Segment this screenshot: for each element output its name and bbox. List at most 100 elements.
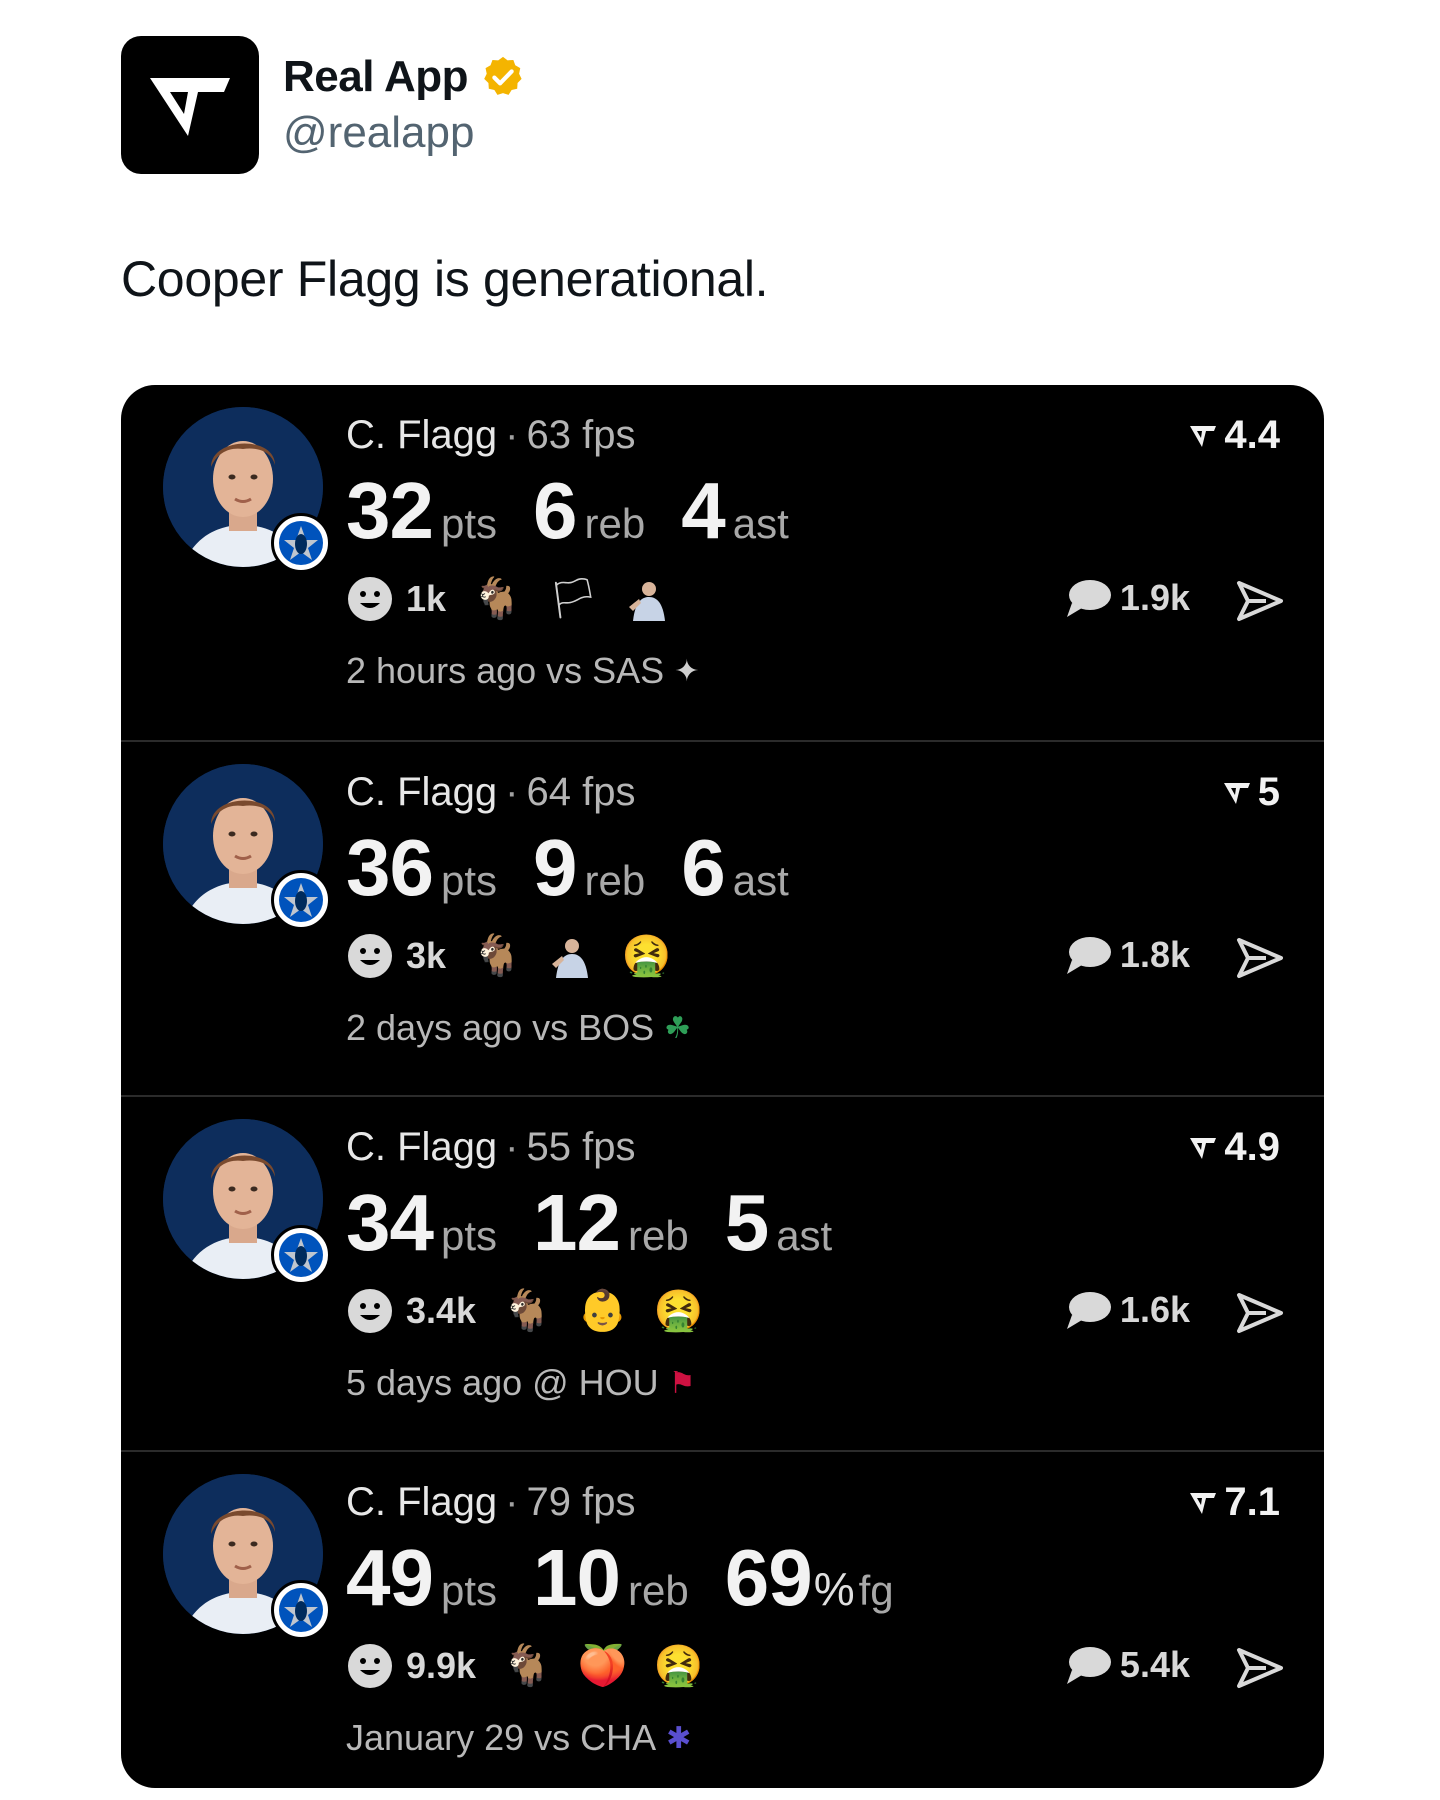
flag-emoji-icon[interactable]: 🏳 xyxy=(548,579,599,619)
reactions-bar: 3.4k 🐐 👶 🤮 xyxy=(346,1287,730,1335)
spurs-logo-icon: ✦ xyxy=(674,654,700,688)
comments-count[interactable]: 1.6k xyxy=(1064,1289,1190,1331)
game-time: 5 days ago @ HOU xyxy=(346,1362,659,1403)
stat-unit: pts xyxy=(440,1567,498,1614)
comment-bubble-icon xyxy=(1066,1292,1111,1329)
embedded-image-card[interactable]: C. Flagg · 63 fps 32 pts 6 reb 4 ast 1k 🐐 🏳 2 ho… xyxy=(121,385,1324,1788)
comments-count[interactable]: 1.8k xyxy=(1064,934,1190,976)
stat-value: 4 xyxy=(681,466,725,555)
mavericks-logo-icon xyxy=(271,870,331,930)
reaction-count: 1k xyxy=(406,578,447,619)
stat-unit: ast xyxy=(776,1212,833,1259)
celtics-logo-icon: ☘ xyxy=(664,1011,692,1045)
game-row[interactable]: C. Flagg · 55 fps 34 pts 12 reb 5 ast 3.4k 🐐 👶 🤮 … xyxy=(121,1095,1324,1450)
hornets-logo-icon: ✱ xyxy=(666,1721,692,1755)
share-send-icon[interactable] xyxy=(1236,1646,1284,1690)
stat-unit: ast xyxy=(732,500,789,547)
player-name[interactable]: C. Flagg xyxy=(346,413,497,457)
reaction-emojis: 🐐 🍑 🤮 xyxy=(502,1646,729,1686)
stat-line: 36 pts 9 reb 6 ast xyxy=(346,822,825,914)
stat-unit: reb xyxy=(628,1567,689,1614)
goat-emoji-icon[interactable]: 🐐 xyxy=(472,579,522,619)
mavericks-logo-icon xyxy=(271,1225,331,1285)
player-sticker-icon[interactable] xyxy=(625,575,673,623)
real-rating-icon xyxy=(1190,425,1217,447)
real-app-logo-icon xyxy=(150,78,230,136)
fantasy-points: 55 fps xyxy=(526,1125,636,1169)
stat-unit: reb xyxy=(584,857,646,904)
stat-unit: pts xyxy=(440,1212,498,1259)
player-name-line: C. Flagg · 64 fps xyxy=(346,770,636,814)
vomit-emoji-icon[interactable]: 🤮 xyxy=(654,1646,704,1686)
game-row[interactable]: C. Flagg · 63 fps 32 pts 6 reb 4 ast 1k 🐐 🏳 2 ho… xyxy=(121,385,1324,740)
game-row[interactable]: C. Flagg · 64 fps 36 pts 9 reb 6 ast 3k 🐐 🤮 2 da… xyxy=(121,740,1324,1095)
player-name[interactable]: C. Flagg xyxy=(346,1480,497,1524)
smiley-reaction-icon[interactable] xyxy=(346,932,394,980)
fantasy-points: 79 fps xyxy=(526,1480,636,1524)
app-logo-avatar[interactable] xyxy=(121,36,259,174)
reaction-emojis: 🐐 🏳 xyxy=(472,575,699,623)
rating[interactable]: 5 xyxy=(1222,770,1280,815)
game-time-opponent: January 29 vs CHA ✱ xyxy=(346,1717,691,1759)
stat-value: 6 xyxy=(681,823,725,912)
rockets-logo-icon: ⚑ xyxy=(668,1366,696,1400)
share-send-icon[interactable] xyxy=(1236,936,1284,980)
goat-emoji-icon[interactable]: 🐐 xyxy=(502,1291,552,1331)
player-name-line: C. Flagg · 63 fps xyxy=(346,413,636,457)
fantasy-points: 64 fps xyxy=(526,770,636,814)
reaction-count: 3k xyxy=(406,935,447,976)
smiley-reaction-icon[interactable] xyxy=(346,1642,394,1690)
stat-value: 10 xyxy=(533,1533,621,1622)
author-name[interactable]: Real App xyxy=(283,52,469,102)
stat-value: 5 xyxy=(724,1178,769,1267)
stat-value: 49 xyxy=(346,1533,434,1622)
goat-emoji-icon[interactable]: 🐐 xyxy=(502,1646,552,1686)
game-row[interactable]: C. Flagg · 79 fps 49 pts 10 reb 69% fg 9.9k 🐐 🍑 🤮… xyxy=(121,1450,1324,1788)
stat-unit: pts xyxy=(440,500,498,547)
stat-line: 49 pts 10 reb 69% fg xyxy=(346,1532,930,1624)
player-name[interactable]: C. Flagg xyxy=(346,1125,497,1169)
real-rating-icon xyxy=(1190,1492,1217,1514)
game-time: 2 hours ago vs SAS xyxy=(346,650,665,691)
smiley-reaction-icon[interactable] xyxy=(346,1287,394,1335)
stat-unit: fg xyxy=(858,1567,894,1614)
share-send-icon[interactable] xyxy=(1236,1291,1284,1335)
verified-badge-icon xyxy=(484,56,522,95)
stat-unit: reb xyxy=(628,1212,689,1259)
goat-emoji-icon[interactable]: 🐐 xyxy=(472,936,522,976)
stat-line: 34 pts 12 reb 5 ast xyxy=(346,1177,868,1269)
tweet-text: Cooper Flagg is generational. xyxy=(121,251,769,307)
rating[interactable]: 4.9 xyxy=(1188,1125,1280,1170)
baby-emoji-icon[interactable]: 👶 xyxy=(578,1291,628,1331)
player-name[interactable]: C. Flagg xyxy=(346,770,497,814)
stat-unit: reb xyxy=(584,500,646,547)
author-handle[interactable]: @realapp xyxy=(283,108,526,158)
comments-count[interactable]: 5.4k xyxy=(1064,1644,1190,1686)
stat-value: 9 xyxy=(533,823,577,912)
player-sticker-icon[interactable] xyxy=(548,932,596,980)
stat-unit: pts xyxy=(440,857,498,904)
rating[interactable]: 7.1 xyxy=(1188,1480,1280,1525)
share-send-icon[interactable] xyxy=(1236,579,1284,623)
comments-count[interactable]: 1.9k xyxy=(1064,577,1190,619)
reaction-emojis: 🐐 🤮 xyxy=(472,932,698,980)
stat-percent-sign: % xyxy=(813,1563,855,1615)
player-name-line: C. Flagg · 79 fps xyxy=(346,1480,636,1524)
rating[interactable]: 4.4 xyxy=(1188,413,1280,458)
vomit-emoji-icon[interactable]: 🤮 xyxy=(622,936,672,976)
stat-value: 6 xyxy=(533,466,577,555)
stat-value: 36 xyxy=(346,823,434,912)
reactions-bar: 9.9k 🐐 🍑 🤮 xyxy=(346,1642,730,1690)
stat-value: 69 xyxy=(724,1533,813,1622)
comment-bubble-icon xyxy=(1066,1647,1111,1684)
vomit-emoji-icon[interactable]: 🤮 xyxy=(654,1291,704,1331)
smiley-reaction-icon[interactable] xyxy=(346,575,394,623)
game-time-opponent: 5 days ago @ HOU ⚑ xyxy=(346,1362,696,1404)
reaction-count: 3.4k xyxy=(406,1290,477,1331)
comment-bubble-icon xyxy=(1066,580,1111,617)
stat-value: 32 xyxy=(346,466,434,555)
tweet-header: Real App @realapp xyxy=(121,36,526,174)
peach-emoji-icon[interactable]: 🍑 xyxy=(578,1646,628,1686)
mavericks-logo-icon xyxy=(271,513,331,573)
real-rating-icon xyxy=(1223,782,1250,804)
